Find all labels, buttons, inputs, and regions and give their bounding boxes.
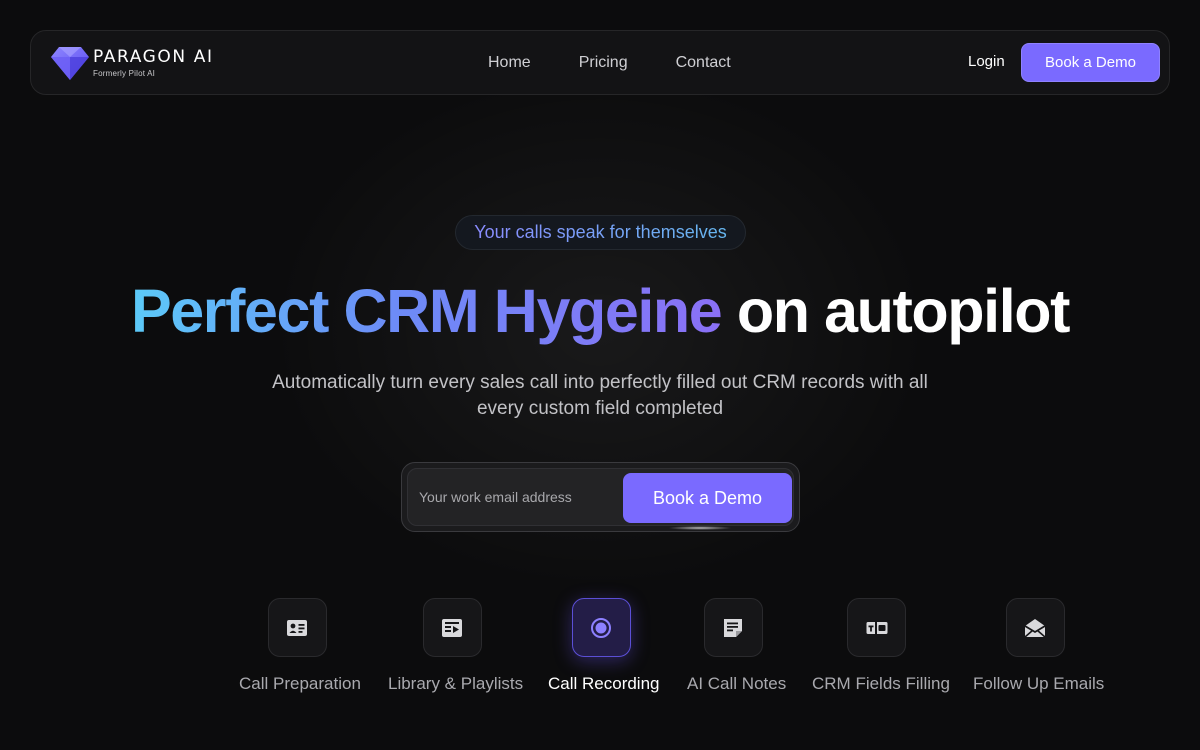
form-book-demo-button[interactable]: Book a Demo bbox=[623, 473, 792, 523]
fields-icon bbox=[866, 619, 887, 636]
feature-tile bbox=[422, 598, 482, 657]
nav-links: Home Pricing Contact bbox=[464, 31, 755, 94]
notes-icon bbox=[724, 618, 742, 637]
feature-label: AI Call Notes bbox=[687, 674, 787, 693]
email-form-inner: Book a Demo bbox=[407, 468, 794, 526]
email-signup-form: Book a Demo bbox=[401, 462, 800, 532]
feature-library-playlists[interactable]: Library & Playlists bbox=[388, 598, 524, 694]
feature-label: Library & Playlists bbox=[388, 674, 524, 693]
feature-label: Follow Up Emails bbox=[973, 674, 1105, 693]
brand-name: PARAGON AI bbox=[93, 46, 214, 67]
feature-label: CRM Fields Filling bbox=[812, 674, 950, 693]
headline-gradient-text: Perfect CRM Hygeine bbox=[130, 277, 723, 345]
navbar: PARAGON AI Formerly Pilot AI Home Pricin… bbox=[30, 30, 1170, 95]
diamond-logo-icon bbox=[51, 47, 89, 80]
form-glow-decoration bbox=[668, 526, 732, 530]
feature-tile bbox=[703, 598, 763, 657]
feature-tile bbox=[267, 598, 327, 657]
nav-book-demo-button[interactable]: Book a Demo bbox=[1021, 43, 1160, 82]
record-icon bbox=[591, 617, 611, 638]
feature-label: Call Recording bbox=[548, 674, 660, 693]
feature-tile bbox=[1005, 598, 1065, 657]
feature-ai-call-notes[interactable]: AI Call Notes bbox=[687, 598, 787, 694]
feature-follow-up-emails[interactable]: Follow Up Emails bbox=[973, 598, 1105, 694]
feature-call-preparation[interactable]: Call Preparation bbox=[239, 598, 361, 694]
brand-logo[interactable]: PARAGON AI Formerly Pilot AI bbox=[51, 45, 214, 81]
email-open-icon bbox=[1024, 618, 1046, 638]
nav-link-home[interactable]: Home bbox=[464, 46, 555, 80]
feature-crm-fields-filling[interactable]: CRM Fields Filling bbox=[812, 598, 950, 694]
playlist-icon bbox=[442, 618, 462, 637]
brand-subtitle: Formerly Pilot AI bbox=[93, 68, 156, 78]
hero-subtext: Automatically turn every sales call into… bbox=[272, 372, 928, 419]
feature-tile bbox=[847, 598, 906, 657]
hero-headline: Perfect CRM Hygeine on autopilot bbox=[0, 276, 1200, 346]
hero-badge: Your calls speak for themselves bbox=[455, 215, 746, 250]
nav-link-pricing[interactable]: Pricing bbox=[555, 46, 652, 80]
feature-tile bbox=[571, 598, 631, 657]
login-link[interactable]: Login bbox=[968, 53, 1005, 70]
headline-plain-text: on autopilot bbox=[736, 277, 1071, 345]
feature-label: Call Preparation bbox=[239, 674, 361, 693]
contact-card-icon bbox=[287, 619, 307, 636]
feature-call-recording[interactable]: Call Recording bbox=[548, 598, 660, 694]
work-email-input[interactable] bbox=[408, 469, 623, 525]
nav-link-contact[interactable]: Contact bbox=[652, 46, 755, 80]
hero-badge-text: Your calls speak for themselves bbox=[474, 222, 727, 242]
